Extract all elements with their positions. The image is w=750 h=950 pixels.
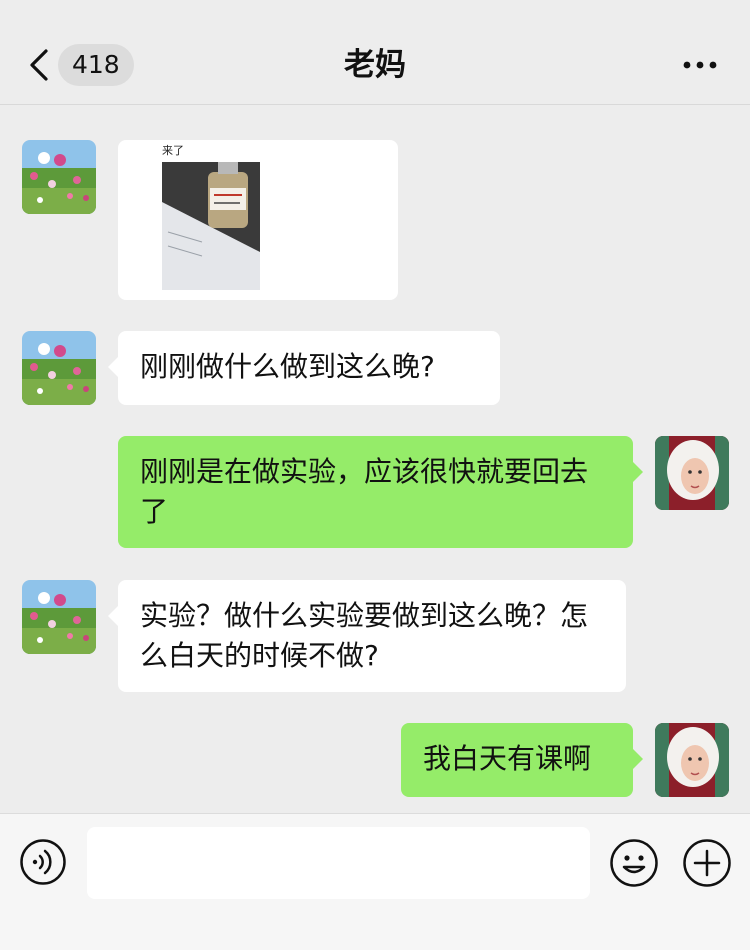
image-caption: 来了 bbox=[162, 144, 184, 157]
my-avatar[interactable] bbox=[655, 436, 729, 510]
emoji-icon[interactable] bbox=[609, 838, 659, 888]
contact-avatar[interactable] bbox=[22, 580, 96, 654]
shared-image-message[interactable]: 来了 bbox=[118, 140, 398, 300]
message-input[interactable] bbox=[87, 827, 590, 899]
add-icon[interactable] bbox=[682, 838, 732, 888]
contact-avatar[interactable] bbox=[22, 140, 96, 214]
chat-input-bar bbox=[0, 813, 750, 950]
contact-avatar[interactable] bbox=[22, 331, 96, 405]
received-message-bubble[interactable]: 刚刚做什么做到这么晚? bbox=[108, 331, 500, 405]
sent-message-bubble[interactable]: 我白天有课啊 bbox=[401, 723, 643, 797]
more-options-icon[interactable] bbox=[682, 55, 718, 75]
my-avatar[interactable] bbox=[655, 723, 729, 797]
lab-bottle-photo bbox=[162, 162, 260, 290]
voice-icon[interactable] bbox=[19, 838, 67, 886]
sent-message-bubble[interactable]: 刚刚是在做实验，应该很快就要回去了 bbox=[118, 436, 643, 548]
received-message-bubble[interactable]: 实验？做什么实验要做到这么晚？怎么白天的时候不做? bbox=[108, 580, 626, 692]
chat-header: 418 老妈 bbox=[0, 0, 750, 105]
chat-title: 老妈 bbox=[344, 47, 406, 83]
